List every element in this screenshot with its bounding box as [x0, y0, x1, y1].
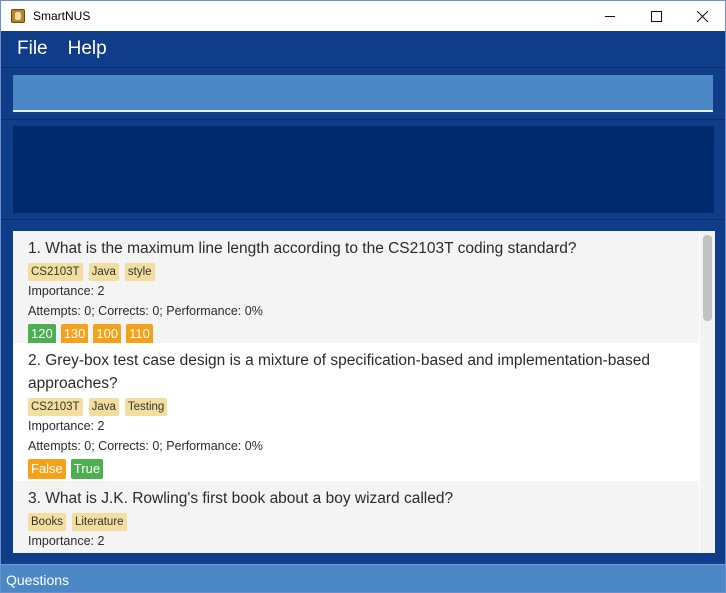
- options-list: False True: [28, 459, 683, 479]
- option-wrong: 100: [93, 324, 122, 344]
- option-wrong: 130: [60, 324, 89, 344]
- option-wrong: 110: [126, 324, 153, 344]
- tag-list: CS2103T Java Testing: [28, 398, 683, 416]
- tag-list: CS2103T Java style: [28, 263, 683, 281]
- question-list[interactable]: 1. What is the maximum line length accor…: [13, 231, 715, 553]
- maximize-icon: [650, 10, 662, 22]
- question-card[interactable]: 1. What is the maximum line length accor…: [13, 231, 699, 344]
- tag: CS2103T: [28, 398, 83, 416]
- tag: CS2103T: [28, 263, 83, 281]
- status-bar: Questions: [1, 564, 725, 592]
- tag: style: [124, 263, 155, 281]
- minimize-button[interactable]: [587, 1, 633, 31]
- stats-label: Attempts: 0; Corrects: 0; Performance: 0…: [28, 439, 263, 453]
- question-text: 3. What is J.K. Rowling's first book abo…: [28, 490, 454, 507]
- close-icon: [696, 10, 708, 22]
- option-correct: 120: [28, 324, 56, 344]
- list-scrollbar[interactable]: [700, 231, 715, 553]
- title-bar: SmartNUS: [1, 1, 725, 31]
- importance-label: Importance: 2: [28, 534, 105, 548]
- command-box-container: [1, 67, 725, 119]
- app-window: SmartNUS File Help 1. What is the maximu…: [0, 0, 726, 593]
- option-correct: True: [70, 459, 104, 479]
- close-button[interactable]: [679, 1, 725, 31]
- result-display: [13, 126, 714, 213]
- tag-list: Books Literature: [28, 513, 683, 531]
- window-title: SmartNUS: [33, 9, 91, 23]
- importance-label: Importance: 2: [28, 419, 105, 433]
- stats-label: Attempts: 0; Corrects: 0; Performance: 0…: [28, 304, 263, 318]
- question-text: 1. What is the maximum line length accor…: [28, 240, 577, 257]
- menu-file[interactable]: File: [7, 38, 58, 60]
- command-input[interactable]: [13, 75, 713, 112]
- app-icon: [11, 9, 25, 23]
- question-text: 2. Grey-box test case design is a mixtur…: [28, 352, 651, 392]
- question-card[interactable]: 2. Grey-box test case design is a mixtur…: [13, 343, 699, 481]
- maximize-button[interactable]: [633, 1, 679, 31]
- tag: Testing: [124, 398, 168, 416]
- importance-label: Importance: 2: [28, 284, 105, 298]
- scroll-thumb[interactable]: [703, 235, 712, 321]
- tag: Java: [88, 263, 119, 281]
- question-list-container: 1. What is the maximum line length accor…: [1, 219, 725, 564]
- menu-bar: File Help: [1, 31, 725, 67]
- tag: Books: [28, 513, 66, 531]
- status-text: Questions: [6, 571, 70, 588]
- options-list: 120 130 100 110: [28, 324, 683, 344]
- tag: Literature: [71, 513, 127, 531]
- minimize-icon: [604, 15, 615, 17]
- result-display-container: [1, 119, 725, 219]
- menu-help[interactable]: Help: [58, 38, 117, 60]
- tag: Java: [88, 398, 119, 416]
- option-wrong: False: [28, 459, 66, 479]
- question-card[interactable]: 3. What is J.K. Rowling's first book abo…: [13, 481, 699, 553]
- window-controls: [587, 1, 725, 31]
